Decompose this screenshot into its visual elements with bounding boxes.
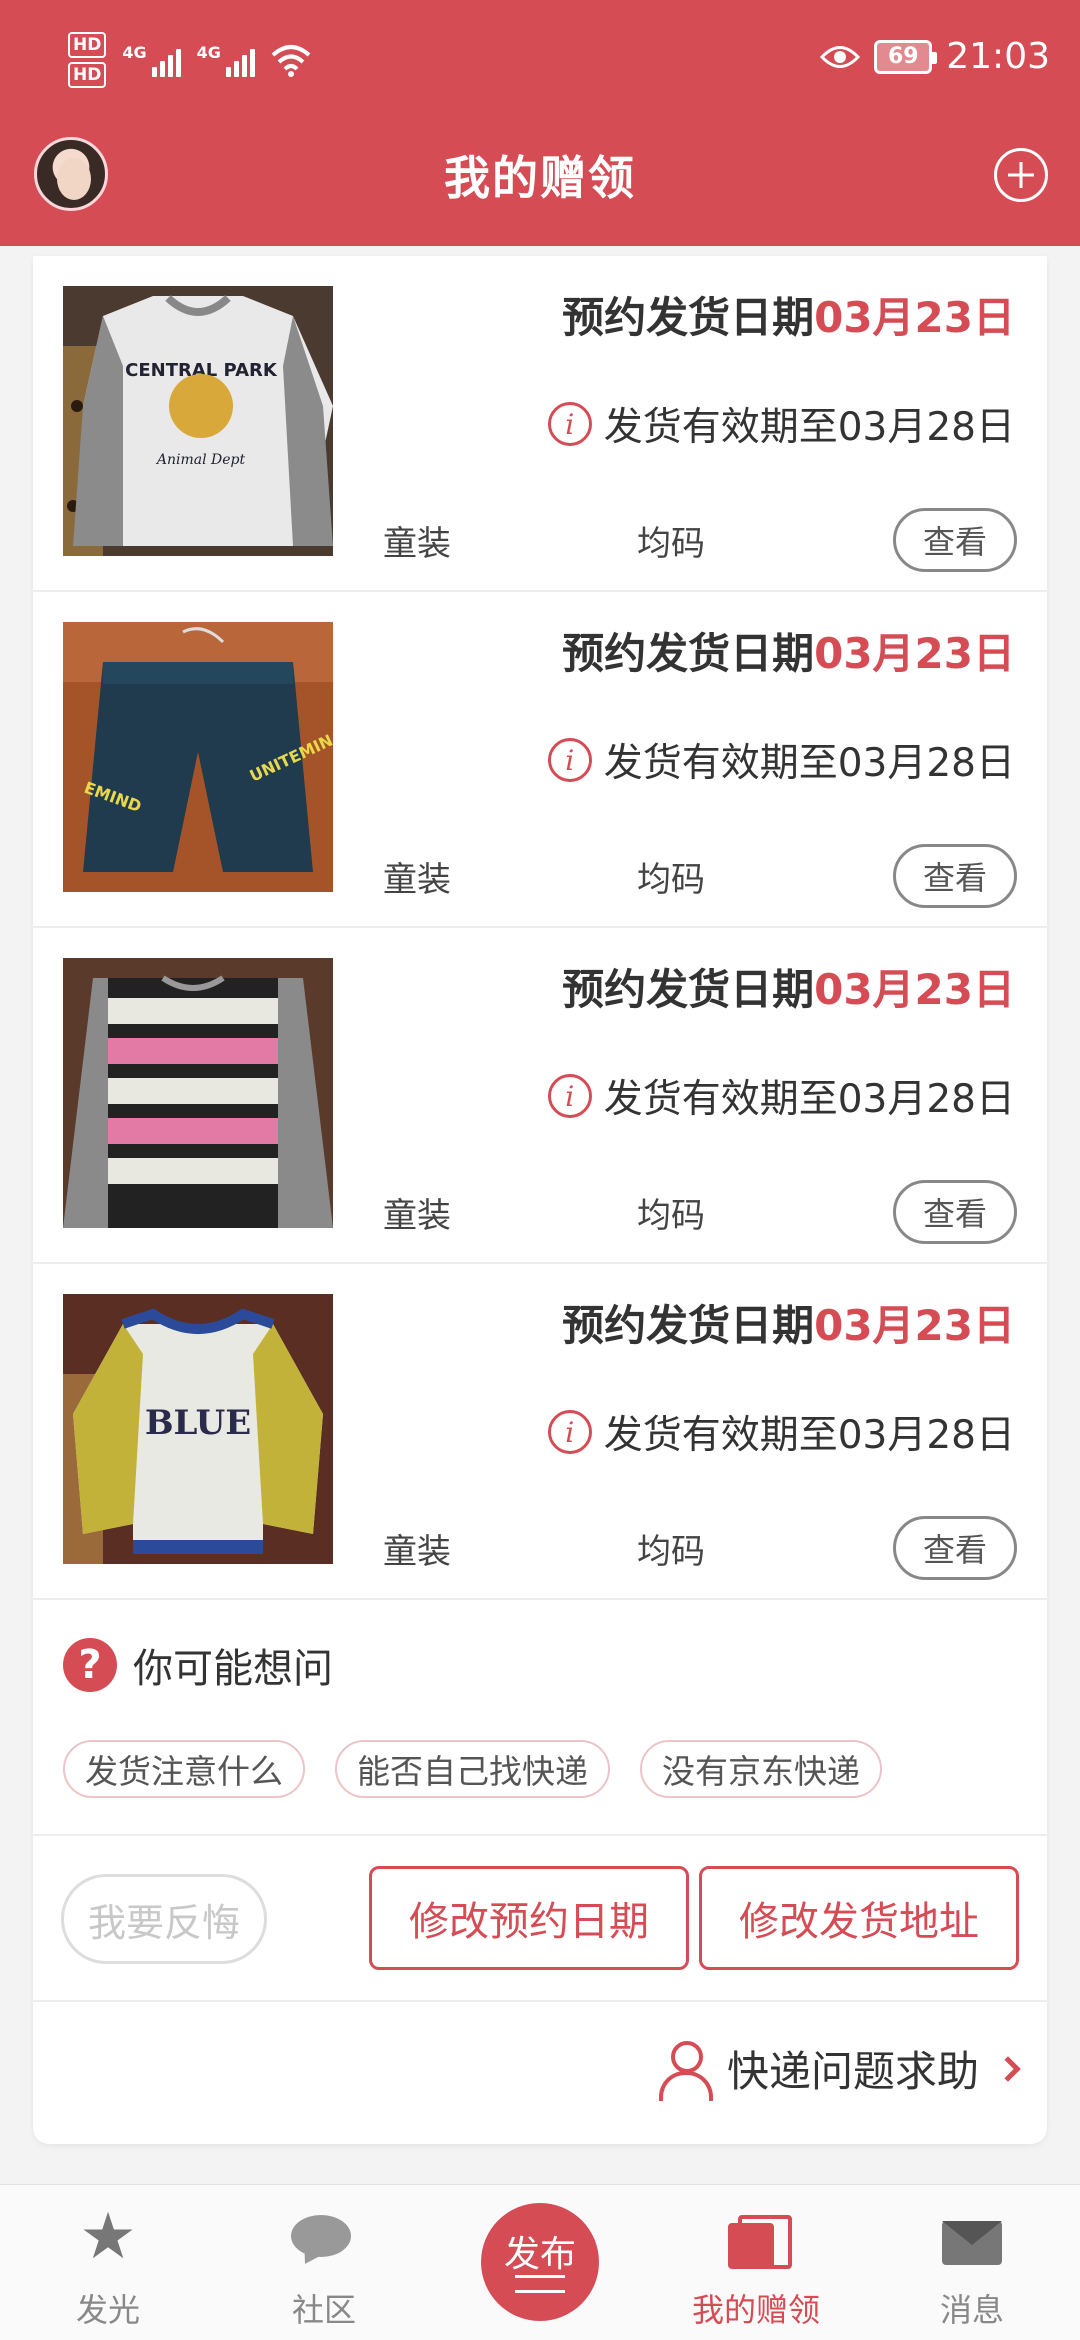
app-header: HD HD 4G 4G 69 21:03 我的赠领 — [0, 0, 1080, 246]
ship-date: 预约发货日期03月23日 — [562, 284, 1015, 345]
valid-until: i 发货有效期至03月28日 — [547, 732, 1015, 788]
publish-label: 发布 — [503, 2234, 576, 2275]
gift-list-card: CENTRAL PARK Animal Dept 预约发货日期03月23日 i发… — [33, 256, 1047, 2144]
item-size: 均码 — [637, 524, 705, 564]
chat-icon — [291, 2215, 357, 2265]
ship-date-value: 03月23日 — [814, 965, 1015, 1014]
bottom-nav: ★ 发光 社区 发布 我的赠领 消息 — [0, 2184, 1080, 2340]
nav-label: 社区 — [291, 2291, 356, 2329]
item-thumbnail[interactable]: BLUE — [63, 1294, 333, 1564]
star-icon: ★ — [79, 2200, 137, 2274]
ship-date: 预约发货日期03月23日 — [562, 1292, 1015, 1353]
item-size: 均码 — [637, 860, 705, 900]
nav-label: 我的赠领 — [691, 2291, 820, 2329]
valid-until-text: 发货有效期至03月28日 — [603, 1077, 1015, 1122]
change-address-button[interactable]: 修改发货地址 — [699, 1866, 1019, 1970]
page-title: 我的赠领 — [444, 151, 636, 205]
item-size: 均码 — [637, 1196, 705, 1236]
nav-item-messages[interactable]: 消息 — [902, 2185, 1042, 2340]
item-category: 童装 — [383, 860, 451, 900]
list-item[interactable]: BLUE 预约发货日期03月23日 i 发货有效期至03月28日 童装 均码 查看 — [33, 1264, 1047, 1600]
list-item[interactable]: EMIND UNITEMIN 预约发货日期03月23日 i 发货有效期至03月28… — [33, 592, 1047, 928]
ship-date: 预约发货日期03月23日 — [562, 620, 1015, 681]
hd-badges: HD HD — [68, 32, 107, 88]
status-bar: HD HD 4G 4G 69 21:03 — [0, 0, 1080, 120]
item-thumbnail[interactable]: EMIND UNITEMIN — [63, 622, 333, 892]
signal-icon-2: 4G — [197, 43, 255, 77]
chevron-right-icon — [995, 2055, 1021, 2082]
battery-indicator: 69 — [874, 39, 938, 74]
ship-date-label: 预约发货日期 — [562, 293, 815, 342]
view-button[interactable]: 查看 — [893, 508, 1017, 572]
question-icon: ? — [63, 1638, 117, 1692]
status-right: 69 21:03 — [820, 36, 1050, 77]
faq-title: 你可能想问 — [133, 1646, 333, 1692]
item-thumbnail[interactable] — [63, 958, 333, 1228]
faq-chip[interactable]: 没有京东快递 — [640, 1740, 882, 1798]
signal-icon: 4G — [122, 43, 181, 77]
view-button[interactable]: 查看 — [893, 1516, 1017, 1580]
mail-icon — [942, 2221, 1002, 2265]
nav-item-faguang[interactable]: ★ 发光 — [38, 2185, 178, 2340]
hd-badge-2: HD — [68, 62, 107, 88]
item-category: 童装 — [383, 524, 451, 564]
publish-icon — [515, 2275, 565, 2293]
ship-date-label: 预约发货日期 — [562, 1301, 815, 1350]
list-item[interactable]: CENTRAL PARK Animal Dept 预约发货日期03月23日 i发… — [33, 256, 1047, 592]
clock: 21:03 — [946, 36, 1050, 77]
nav-label: 发光 — [75, 2291, 140, 2329]
network-type-1: 4G — [122, 43, 147, 62]
nav-item-community[interactable]: 社区 — [254, 2185, 394, 2340]
ship-date-label: 预约发货日期 — [562, 629, 815, 678]
ship-date-value: 03月23日 — [814, 629, 1015, 678]
svg-text:BLUE: BLUE — [145, 1403, 251, 1443]
ship-date-value: 03月23日 — [814, 293, 1015, 342]
regret-button[interactable]: 我要反悔 — [61, 1874, 267, 1964]
change-date-button[interactable]: 修改预约日期 — [369, 1866, 689, 1970]
item-category: 童装 — [383, 1532, 451, 1572]
network-type-2: 4G — [196, 43, 221, 62]
status-left: HD HD 4G 4G — [68, 32, 311, 88]
item-category: 童装 — [383, 1196, 451, 1236]
list-item[interactable]: 预约发货日期03月23日 i 发货有效期至03月28日 童装 均码 查看 — [33, 928, 1047, 1264]
faq-chip[interactable]: 能否自己找快递 — [335, 1740, 610, 1798]
wifi-icon — [271, 45, 311, 77]
info-icon: i — [547, 738, 592, 782]
faq-chips: 发货注意什么 能否自己找快递 没有京东快递 — [63, 1740, 882, 1798]
info-icon: i — [547, 402, 592, 446]
faq-header: ? 你可能想问 — [63, 1636, 333, 1694]
ship-date-value: 03月23日 — [814, 1301, 1015, 1350]
book-icon — [728, 2215, 792, 2271]
publish-button[interactable]: 发布 — [481, 2203, 599, 2321]
info-icon: i — [547, 1074, 592, 1118]
item-size: 均码 — [637, 1532, 705, 1572]
faq-chip[interactable]: 发货注意什么 — [63, 1740, 305, 1798]
view-button[interactable]: 查看 — [893, 844, 1017, 908]
eye-icon — [820, 45, 861, 68]
item-thumbnail[interactable]: CENTRAL PARK Animal Dept — [63, 286, 333, 556]
view-button[interactable]: 查看 — [893, 1180, 1017, 1244]
action-bar: 我要反悔 修改预约日期 修改发货地址 — [33, 1836, 1047, 2002]
valid-until-text: 发货有效期至03月28日 — [603, 1413, 1015, 1458]
courier-help-label: 快递问题求助 — [726, 2047, 979, 2096]
valid-until: i 发货有效期至03月28日 — [547, 396, 1015, 452]
nav-label: 消息 — [939, 2291, 1004, 2329]
hd-badge-1: HD — [68, 32, 107, 58]
ship-date-label: 预约发货日期 — [562, 965, 815, 1014]
person-icon — [657, 2039, 713, 2101]
courier-help-link[interactable]: 快递问题求助 — [657, 2038, 1021, 2101]
valid-until-text: 发货有效期至03月28日 — [603, 405, 1015, 450]
valid-until: i 发货有效期至03月28日 — [547, 1068, 1015, 1124]
valid-until-text: 发货有效期至03月28日 — [603, 741, 1015, 786]
nav-item-my-gifts[interactable]: 我的赠领 — [686, 2185, 826, 2340]
ship-date: 预约发货日期03月23日 — [562, 956, 1015, 1017]
info-icon: i — [547, 1410, 592, 1454]
faq-section: ? 你可能想问 发货注意什么 能否自己找快递 没有京东快递 — [33, 1600, 1047, 1836]
valid-until: i 发货有效期至03月28日 — [547, 1404, 1015, 1460]
svg-text:Animal Dept: Animal Dept — [155, 452, 246, 468]
add-icon[interactable] — [994, 148, 1048, 202]
